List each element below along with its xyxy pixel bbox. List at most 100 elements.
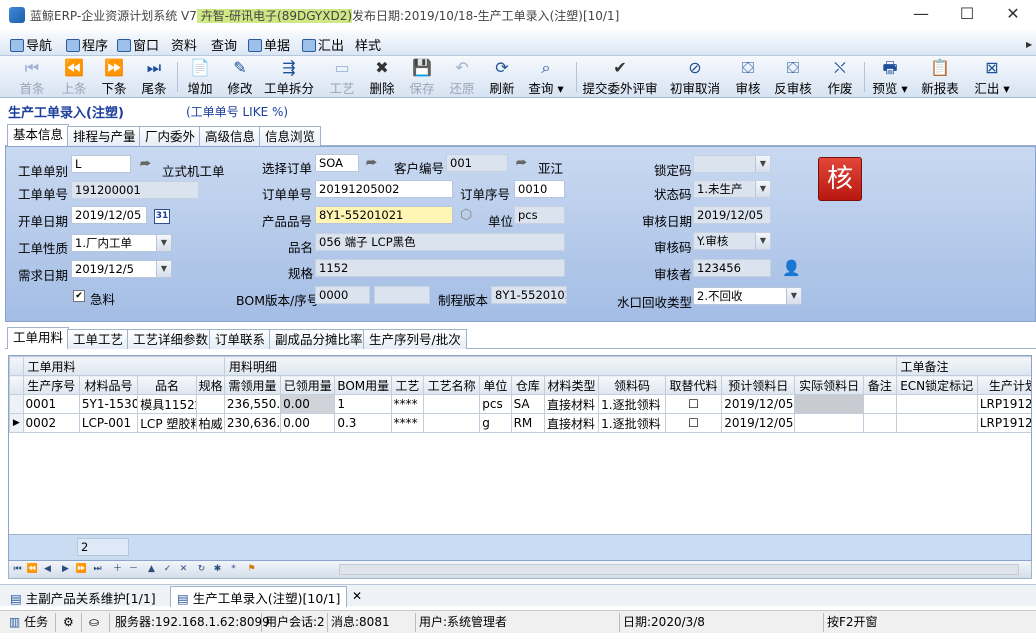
process-button[interactable]: ▭ 工艺 [322,58,362,96]
lookup-icon[interactable]: ⮫ [516,156,527,171]
preview-button[interactable]: 🖶 预览 ▾ [866,58,914,96]
column-header[interactable]: 工艺名称 [422,375,481,395]
table-cell[interactable]: 0.00 [280,413,336,433]
network-icon[interactable]: ⛀ [86,613,110,632]
table-cell[interactable]: 1 [334,394,392,414]
nav-next-icon[interactable]: ▶ [59,562,72,577]
menu-data[interactable]: 资料 [171,35,197,54]
menu-query[interactable]: 查询 [211,35,237,54]
split-order-button[interactable]: ⇶ 工单拆分 [262,58,316,96]
last-record-button[interactable]: ⏭ 尾条 [134,58,174,96]
lookup-icon[interactable]: ⮫ [366,156,377,171]
table-cell[interactable]: 柏威 [195,413,225,433]
menu-style[interactable]: 样式 [355,35,381,54]
first-record-button[interactable]: ⏮ 首条 [12,58,52,96]
demand-date-select[interactable]: 2019/12/5 ▼ [71,260,172,278]
table-cell[interactable] [895,394,978,414]
nav-check-icon[interactable]: ✓ [161,562,174,577]
name-field[interactable]: 056 端子 LCP黑色 [315,233,565,251]
nav-remove-icon[interactable]: － [127,562,140,577]
column-header[interactable]: BOM用量 [334,375,392,395]
table-cell[interactable]: 5Y1-1530 [78,394,139,414]
save-button[interactable]: 💾 保存 [402,58,442,96]
table-cell[interactable]: 2019/12/05 [721,394,796,414]
column-header[interactable]: 品名 [137,375,197,395]
tab-order-process[interactable]: 工单工艺 [67,329,130,349]
table-cell[interactable]: LRP19120 [976,394,1031,414]
tab-process-params[interactable]: 工艺详细参数 [127,329,215,349]
column-header[interactable]: 材料品号 [78,375,139,395]
table-cell[interactable] [195,394,225,414]
void-button[interactable]: ⛌ 作废 [820,58,860,96]
nav-prev-page-icon[interactable]: ⏪ [26,562,39,577]
so-no-field[interactable]: 20191205002 [315,180,453,198]
table-cell[interactable]: 直接材料 [543,394,600,414]
cancel-first-review-button[interactable]: ⊘ 初审取消 [666,58,724,96]
column-header[interactable]: 已领用量 [280,375,336,395]
tab-advanced[interactable]: 高级信息 [199,126,262,146]
column-header[interactable]: 备注 [863,375,897,395]
table-cell[interactable] [422,394,481,414]
table-cell[interactable]: **** [390,413,424,433]
nav-last-icon[interactable]: ⏭ [91,562,104,577]
tab-serial-batch[interactable]: 生产序列号/批次 [363,329,467,349]
audit-date-field[interactable]: 2019/12/05 [693,206,771,224]
so-seq-field[interactable]: 0010 [514,180,565,198]
nav-next-page-icon[interactable]: ⏩ [75,562,88,577]
product-field[interactable]: 8Y1-55201021 [315,206,453,224]
urgent-checkbox[interactable]: ✔ [73,290,85,302]
select-order-field[interactable]: SOA [315,154,359,172]
horizontal-scrollbar[interactable] [339,564,1019,575]
task-button[interactable]: ▥ 任务 [6,613,56,632]
tab-order-contact[interactable]: 订单联系 [209,329,272,349]
table-cell[interactable]: RM [510,413,545,433]
tab-schedule[interactable]: 排程与产量 [67,126,142,146]
table-row[interactable]: 0001 5Y1-1530 模具1152端子 236,550. 0.00 1 *… [9,394,1031,414]
column-header[interactable]: 预计领料日 [721,375,796,395]
table-cell[interactable]: SA [510,394,545,414]
table-cell[interactable]: 0001 [22,394,80,414]
auditor-field[interactable]: 123456 [693,259,771,277]
tab-outsource[interactable]: 厂内委外 [139,126,202,146]
tab-basic-info[interactable]: 基本信息 [7,124,70,146]
table-cell[interactable]: LCP-001 [78,413,139,433]
table-cell[interactable]: 230,636. [223,413,282,433]
table-cell[interactable]: 2019/12/05 [721,413,796,433]
new-report-button[interactable]: 📋 新报表 [918,58,962,96]
state-select[interactable]: 1.未生产 ▼ [693,180,771,198]
lock-select[interactable]: ▼ [693,155,771,173]
cube-icon[interactable]: ⬡ [460,207,472,223]
water-recycle-select[interactable]: 2.不回收 ▼ [693,287,802,305]
table-cell[interactable]: g [479,413,512,433]
audit-button[interactable]: ⛋ 审核 [728,58,768,96]
table-cell[interactable]: 直接材料 [543,413,600,433]
column-header[interactable]: 单位 [479,375,512,395]
edit-button[interactable]: ✎ 修改 [220,58,260,96]
column-header[interactable]: 生产计划 [976,375,1031,395]
column-header[interactable]: 仓库 [510,375,545,395]
menu-program[interactable]: 程序 [66,35,108,54]
column-header[interactable]: 材料类型 [543,375,600,395]
order-type-field[interactable]: L [71,155,131,173]
menu-scroll-right-icon[interactable]: ▶ [1026,40,1032,49]
table-cell[interactable] [863,413,897,433]
customer-no-field[interactable]: 001 [446,154,508,172]
column-header[interactable]: 生产序号 [22,375,80,395]
table-cell[interactable]: pcs [479,394,512,414]
substitute-checkbox[interactable]: ☐ [664,413,723,433]
nav-filter-icon[interactable]: ⚑ [245,562,258,577]
column-header[interactable]: 需领用量 [223,375,282,395]
add-button[interactable]: 📄 增加 [180,58,220,96]
substitute-checkbox[interactable]: ☐ [664,394,723,414]
table-cell[interactable] [422,413,481,433]
export-button[interactable]: ⊠ 汇出 ▾ [968,58,1016,96]
column-header[interactable]: 规格 [195,375,225,395]
nav-cancel-icon[interactable]: ✕ [177,562,190,577]
menu-window[interactable]: 窗口 [117,35,159,54]
column-header[interactable]: 领料码 [598,375,666,395]
process-version-field[interactable]: 8Y1-55201021- [491,286,567,304]
nav-add-icon[interactable]: ＋ [111,562,124,577]
tab-order-materials[interactable]: 工单用料 [7,327,70,349]
table-cell[interactable]: LCP 塑胶料13 [137,413,197,433]
restore-button[interactable]: ↶ 还原 [442,58,482,96]
